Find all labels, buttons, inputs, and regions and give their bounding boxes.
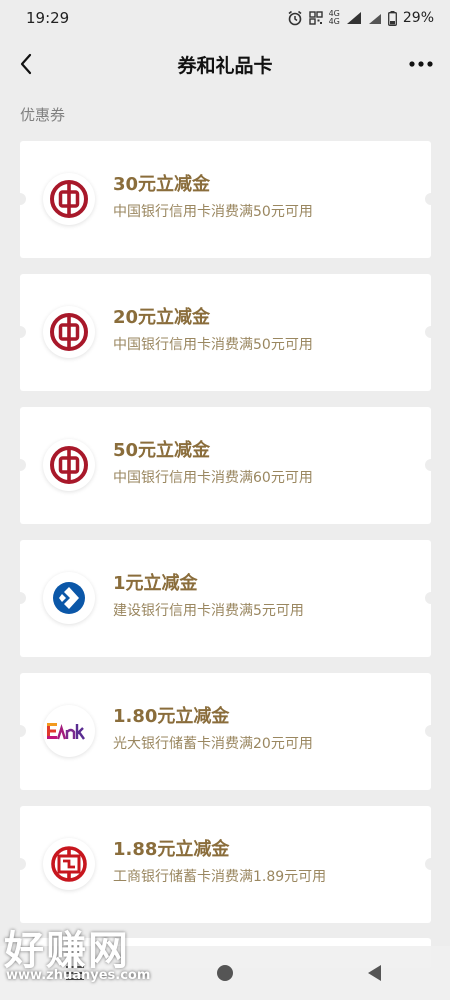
coupon-card[interactable]: 1元立减金 建设银行信用卡消费满5元可用	[14, 540, 437, 657]
coupon-card[interactable]: 1.80元立减金 光大银行储蓄卡消费满20元可用	[14, 673, 437, 790]
coupon-text: 30元立减金 中国银行信用卡消费满50元可用	[113, 173, 313, 221]
signal-icon-2	[368, 11, 382, 25]
recent-apps-button[interactable]	[55, 953, 95, 993]
home-button[interactable]	[205, 953, 245, 993]
coupon-card[interactable]: 1.88元立减金 工商银行储蓄卡消费满1.89元可用	[14, 806, 437, 923]
status-bar: 19:29 4G 4G 29%	[0, 0, 450, 36]
coupon-title: 50元立减金	[113, 440, 211, 461]
network-label-2: 4G	[328, 17, 340, 26]
triangle-back-icon	[368, 965, 381, 981]
menu-lines-icon	[66, 966, 84, 980]
coupon-desc: 工商银行储蓄卡消费满1.89元可用	[113, 869, 327, 885]
coupon-desc: 建设银行信用卡消费满5元可用	[113, 603, 304, 619]
system-nav-bar	[0, 946, 450, 1000]
coupon-text: 20元立减金 中国银行信用卡消费满50元可用	[113, 306, 313, 354]
coupon-title: 1.88元立减金	[113, 839, 230, 860]
qr-notification-icon	[308, 11, 323, 25]
more-options-button[interactable]	[404, 50, 438, 78]
icbc-logo-icon	[43, 838, 95, 890]
back-system-button[interactable]	[355, 953, 395, 993]
coupon-card[interactable]: 20元立减金 中国银行信用卡消费满50元可用	[14, 274, 437, 391]
coupon-text: 50元立减金 中国银行信用卡消费满60元可用	[113, 439, 313, 487]
coupon-text: 1.88元立减金 工商银行储蓄卡消费满1.89元可用	[113, 838, 326, 886]
status-time: 19:29	[26, 9, 70, 27]
section-label: 优惠券	[20, 106, 66, 124]
battery-percent: 29%	[402, 10, 434, 26]
coupon-desc: 中国银行信用卡消费满50元可用	[113, 337, 313, 353]
coupon-desc: 中国银行信用卡消费满50元可用	[113, 204, 313, 220]
coupon-text: 1元立减金 建设银行信用卡消费满5元可用	[113, 572, 304, 620]
boc-logo-icon	[43, 439, 95, 491]
coupon-desc: 中国银行信用卡消费满60元可用	[113, 470, 313, 486]
coupon-list: 30元立减金 中国银行信用卡消费满50元可用 20元立减金 中国银行信用卡消费满…	[14, 141, 437, 939]
alarm-icon	[287, 10, 303, 26]
battery-icon	[387, 10, 397, 26]
coupon-title: 1.80元立减金	[113, 706, 230, 727]
coupon-desc: 光大银行储蓄卡消费满20元可用	[113, 736, 313, 752]
signal-icon	[346, 11, 362, 25]
status-icons: 4G 4G 29%	[287, 10, 434, 26]
chevron-left-icon	[20, 53, 32, 75]
boc-logo-icon	[43, 173, 95, 225]
coupon-title: 20元立减金	[113, 307, 211, 328]
coupon-card[interactable]: 30元立减金 中国银行信用卡消费满50元可用	[14, 141, 437, 258]
more-dots-icon	[409, 61, 433, 67]
page-title: 券和礼品卡	[177, 54, 273, 77]
coupon-title: 1元立减金	[113, 573, 198, 594]
ceb-logo-icon	[43, 705, 95, 757]
coupon-text: 1.80元立减金 光大银行储蓄卡消费满20元可用	[113, 705, 313, 753]
home-circle-icon	[217, 965, 233, 981]
boc-logo-icon	[43, 306, 95, 358]
nav-bar: 券和礼品卡	[0, 36, 450, 92]
back-button[interactable]	[12, 50, 40, 78]
coupon-title: 30元立减金	[113, 174, 211, 195]
ccb-logo-icon	[43, 572, 95, 624]
network-indicator: 4G 4G	[329, 10, 340, 26]
coupon-card[interactable]: 50元立减金 中国银行信用卡消费满60元可用	[14, 407, 437, 524]
